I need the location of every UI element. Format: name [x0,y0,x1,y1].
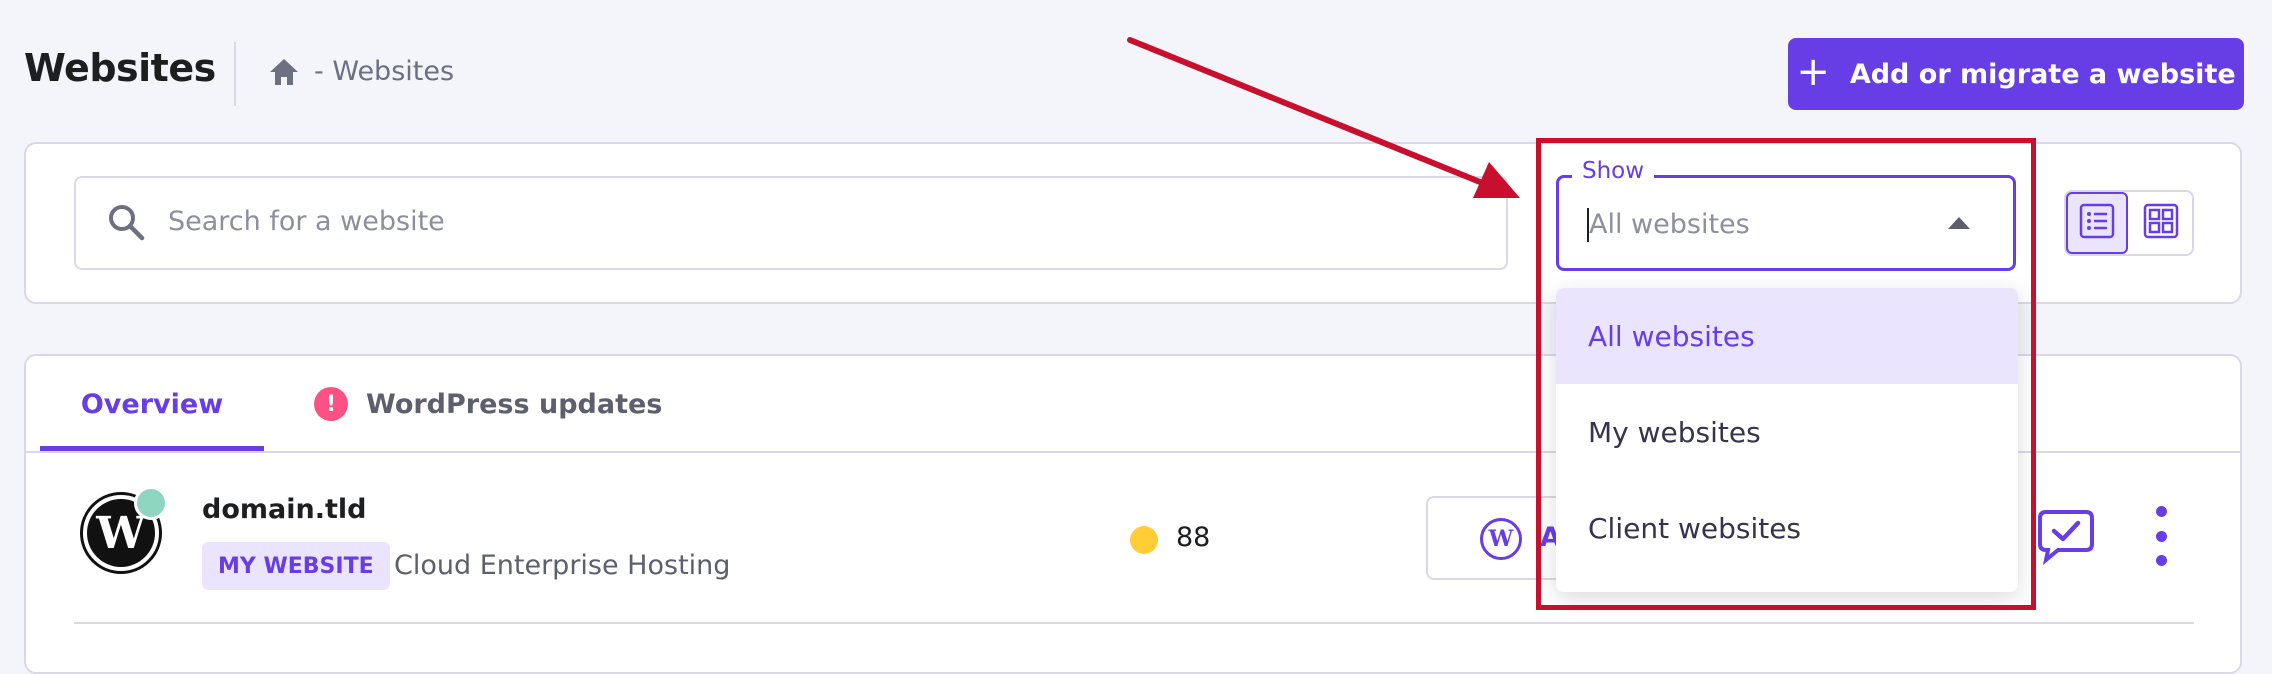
tab-overview[interactable]: Overview [40,356,264,452]
site-status-dot [134,486,168,520]
tab-wordpress-updates-label: WordPress updates [366,388,663,420]
website-domain[interactable]: domain.tld [202,494,366,525]
grid-view-icon [2143,203,2179,243]
my-website-badge: MY WEBSITE [202,542,390,590]
breadcrumb-current: - Websites [314,56,455,87]
alert-icon: ! [314,387,348,421]
chat-check-icon[interactable] [2034,506,2098,570]
page-title: Websites [24,46,216,90]
more-options-icon[interactable] [2148,506,2174,566]
title-divider [234,42,236,106]
add-website-button[interactable]: + Add or migrate a website [1788,38,2244,110]
grid-view-button[interactable] [2130,192,2192,254]
list-view-button[interactable] [2066,192,2128,254]
add-website-label: Add or migrate a website [1849,58,2236,90]
performance-score: 88 [1176,522,1211,553]
search-placeholder: Search for a website [168,206,445,237]
wordpress-icon: W [1480,518,1522,560]
list-view-icon [2079,203,2115,243]
tab-wordpress-updates[interactable]: ! WordPress updates [314,356,662,452]
breadcrumb: - Websites [268,56,454,87]
plus-icon: + [1796,49,1830,95]
performance-score-dot [1130,526,1158,554]
annotation-highlight-box [1536,138,2036,610]
row-divider [74,622,2194,624]
hosting-plan: Cloud Enterprise Hosting [394,550,731,581]
search-icon [106,202,146,246]
home-icon[interactable] [268,57,300,87]
